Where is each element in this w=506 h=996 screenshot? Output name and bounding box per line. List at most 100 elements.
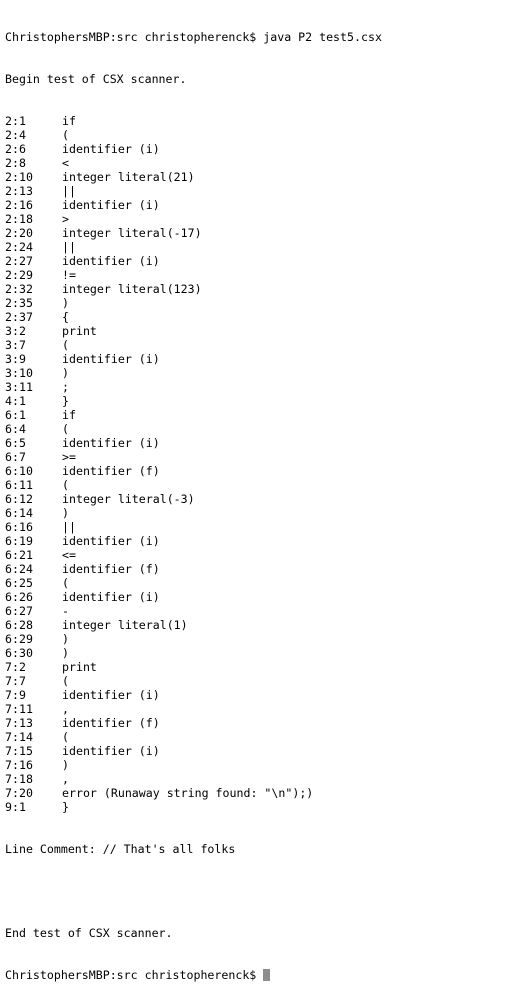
token-row: 6:26 identifier (i) [5, 590, 506, 604]
token-position: 2:13 [5, 184, 33, 198]
terminal-window[interactable]: ChristophersMBP:src christopherenck$ jav… [0, 0, 506, 982]
token-position: 2:37 [5, 310, 33, 324]
token-text: print [62, 324, 97, 338]
token-text: ( [62, 338, 69, 352]
token-position: 2:20 [5, 226, 33, 240]
token-row: 3:2 print [5, 324, 506, 338]
token-position: 2:16 [5, 198, 33, 212]
token-text: error (Runaway string found: "\n");) [62, 786, 314, 800]
token-position: 6:19 [5, 534, 33, 548]
token-row: 6:10 identifier (f) [5, 464, 506, 478]
token-position: 7:14 [5, 730, 33, 744]
token-text: { [62, 310, 69, 324]
token-row: 3:10) [5, 366, 506, 380]
token-position: 6:14 [5, 506, 33, 520]
token-position: 6:11 [5, 478, 33, 492]
token-row: 6:25 ( [5, 576, 506, 590]
token-text: identifier (f) [62, 716, 160, 730]
token-row: 7:7 ( [5, 674, 506, 688]
token-row: 2:16 identifier (i) [5, 198, 506, 212]
token-text: ( [62, 674, 69, 688]
token-text: integer literal(1) [62, 618, 188, 632]
end-message: End test of CSX scanner. [5, 926, 173, 940]
token-position: 6:25 [5, 576, 33, 590]
token-position: 2:4 [5, 128, 26, 142]
token-row: 3:11; [5, 380, 506, 394]
cursor-icon [263, 969, 271, 981]
token-text: ) [62, 366, 69, 380]
token-position: 6:10 [5, 464, 33, 478]
token-position: 6:7 [5, 450, 26, 464]
token-row: 2:10 integer literal(21) [5, 170, 506, 184]
token-position: 2:27 [5, 254, 33, 268]
token-text: != [62, 268, 76, 282]
token-position: 3:7 [5, 338, 26, 352]
token-row: 3:9 identifier (i) [5, 352, 506, 366]
token-row: 7:20 error (Runaway string found: "\n");) [5, 786, 506, 800]
token-position: 2:8 [5, 156, 26, 170]
token-row: 6:12 integer literal(-3) [5, 492, 506, 506]
token-position: 6:26 [5, 590, 33, 604]
token-position: 2:6 [5, 142, 26, 156]
token-row: 2:32 integer literal(123) [5, 282, 506, 296]
token-position: 6:16 [5, 520, 33, 534]
token-position: 4:1 [5, 394, 26, 408]
token-text: integer literal(-17) [62, 226, 202, 240]
token-text: identifier (i) [62, 590, 160, 604]
token-row: 2:27 identifier (i) [5, 254, 506, 268]
prompt: ChristophersMBP:src christopherenck$ [5, 968, 257, 982]
token-text: identifier (f) [62, 464, 160, 478]
token-row: 2:24 || [5, 240, 506, 254]
token-row: 6:11 ( [5, 478, 506, 492]
token-text: } [62, 394, 69, 408]
token-text: identifier (i) [62, 534, 160, 548]
token-position: 7:16 [5, 758, 33, 772]
token-row: 6:30) [5, 646, 506, 660]
token-row: 2:6 identifier (i) [5, 142, 506, 156]
token-row: 2:20 integer literal(-17) [5, 226, 506, 240]
token-row: 6:24 identifier (f) [5, 562, 506, 576]
token-position: 6:28 [5, 618, 33, 632]
token-position: 2:32 [5, 282, 33, 296]
prompt-line[interactable]: ChristophersMBP:src christopherenck$ [5, 968, 506, 982]
token-row: 2:1 if [5, 114, 506, 128]
token-text: ) [62, 646, 69, 660]
token-text: ) [62, 632, 69, 646]
token-position: 7:20 [5, 786, 33, 800]
token-position: 7:13 [5, 716, 33, 730]
token-row: 2:29 != [5, 268, 506, 282]
command-line: ChristophersMBP:src christopherenck$ jav… [5, 30, 382, 44]
token-row: 6:19 identifier (i) [5, 534, 506, 548]
token-row: 7:15 identifier (i) [5, 744, 506, 758]
token-row: 6:16 || [5, 520, 506, 534]
token-row: 7:2 print [5, 660, 506, 674]
token-text: if [62, 114, 76, 128]
token-position: 2:24 [5, 240, 33, 254]
token-position: 3:9 [5, 352, 26, 366]
token-row: 6:4 ( [5, 422, 506, 436]
token-text: identifier (i) [62, 688, 160, 702]
token-row: 2:18 > [5, 212, 506, 226]
token-position: 9:1 [5, 800, 26, 814]
token-row: 6:7 >= [5, 450, 506, 464]
token-position: 3:10 [5, 366, 33, 380]
token-row: 2:8 < [5, 156, 506, 170]
begin-message: Begin test of CSX scanner. [5, 72, 187, 86]
token-text: identifier (i) [62, 436, 160, 450]
token-text: ) [62, 758, 69, 772]
token-text: identifier (i) [62, 352, 160, 366]
token-text: ( [62, 422, 69, 436]
token-text: ( [62, 128, 69, 142]
token-text: identifier (i) [62, 744, 160, 758]
token-position: 6:30 [5, 646, 33, 660]
token-position: 6:29 [5, 632, 33, 646]
token-text: ( [62, 576, 69, 590]
token-position: 2:35 [5, 296, 33, 310]
token-position: 6:21 [5, 548, 33, 562]
token-text: } [62, 800, 69, 814]
token-row: 2:37 { [5, 310, 506, 324]
token-row: 6:29) [5, 632, 506, 646]
token-row: 9:1} [5, 800, 506, 814]
token-row: 6:1 if [5, 408, 506, 422]
token-text: > [62, 212, 69, 226]
